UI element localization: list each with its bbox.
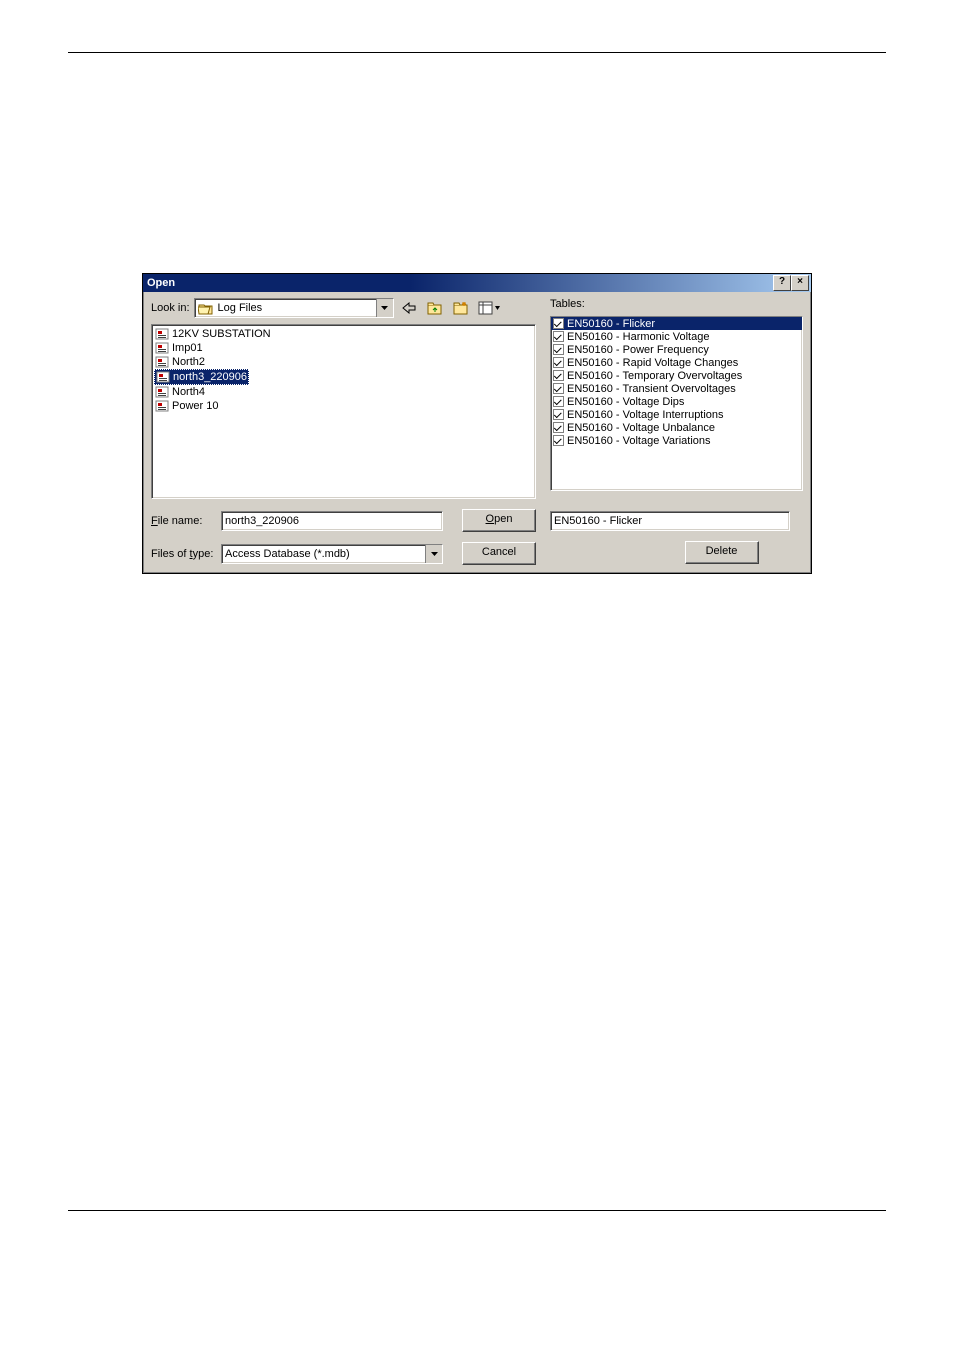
table-name: EN50160 - Voltage Unbalance bbox=[567, 422, 715, 434]
table-name: EN50160 - Temporary Overvoltages bbox=[567, 370, 742, 382]
table-row[interactable]: EN50160 - Harmonic Voltage bbox=[551, 330, 802, 343]
up-folder-icon[interactable] bbox=[424, 298, 446, 318]
database-icon bbox=[155, 342, 169, 354]
table-row[interactable]: EN50160 - Temporary Overvoltages bbox=[551, 369, 802, 382]
cancel-button[interactable]: Cancel bbox=[462, 542, 536, 565]
checkbox-icon[interactable] bbox=[553, 344, 564, 355]
checkbox-icon[interactable] bbox=[553, 435, 564, 446]
filetype-combo[interactable]: Access Database (*.mdb) bbox=[221, 544, 443, 564]
titlebar: Open ? × bbox=[143, 274, 811, 292]
open-dialog: Open ? × Look in: Log Files bbox=[142, 273, 812, 574]
folder-open-icon bbox=[198, 302, 214, 315]
tables-label: Tables: bbox=[550, 298, 803, 310]
checkbox-icon[interactable] bbox=[553, 422, 564, 433]
table-row[interactable]: EN50160 - Flicker bbox=[551, 317, 802, 330]
checkbox-icon[interactable] bbox=[553, 409, 564, 420]
file-name: North4 bbox=[172, 386, 205, 398]
table-row[interactable]: EN50160 - Transient Overvoltages bbox=[551, 382, 802, 395]
database-icon bbox=[155, 386, 169, 398]
dialog-title: Open bbox=[145, 277, 175, 289]
tables-list[interactable]: EN50160 - FlickerEN50160 - Harmonic Volt… bbox=[550, 316, 803, 491]
close-button[interactable]: × bbox=[791, 275, 809, 291]
table-row[interactable]: EN50160 - Voltage Dips bbox=[551, 395, 802, 408]
lookin-label: Look in: bbox=[151, 302, 190, 314]
filename-label: File name: bbox=[151, 515, 215, 527]
checkbox-icon[interactable] bbox=[553, 370, 564, 381]
checkbox-icon[interactable] bbox=[553, 383, 564, 394]
top-divider bbox=[68, 52, 886, 53]
file-list[interactable]: 12KV SUBSTATION Imp01 North2 north3_220906 N… bbox=[151, 324, 536, 499]
back-icon[interactable] bbox=[398, 298, 420, 318]
table-name: EN50160 - Voltage Variations bbox=[567, 435, 711, 447]
selected-table-field[interactable]: EN50160 - Flicker bbox=[550, 511, 790, 531]
help-button[interactable]: ? bbox=[773, 275, 791, 291]
view-menu-icon[interactable] bbox=[476, 298, 504, 318]
checkbox-icon[interactable] bbox=[553, 331, 564, 342]
bottom-divider bbox=[68, 1210, 886, 1211]
file-item[interactable]: North4 bbox=[154, 385, 206, 399]
file-browser-panel: Look in: Log Files bbox=[143, 292, 544, 573]
file-item[interactable]: Imp01 bbox=[154, 341, 204, 355]
filename-input[interactable]: north3_220906 bbox=[221, 511, 443, 531]
checkbox-icon[interactable] bbox=[553, 318, 564, 329]
file-name: 12KV SUBSTATION bbox=[172, 328, 271, 340]
file-item[interactable]: north3_220906 bbox=[154, 369, 249, 385]
new-folder-icon[interactable] bbox=[450, 298, 472, 318]
table-name: EN50160 - Voltage Interruptions bbox=[567, 409, 724, 421]
file-name: North2 bbox=[172, 356, 205, 368]
table-name: EN50160 - Harmonic Voltage bbox=[567, 331, 709, 343]
table-name: EN50160 - Voltage Dips bbox=[567, 396, 684, 408]
table-row[interactable]: EN50160 - Voltage Unbalance bbox=[551, 421, 802, 434]
file-item[interactable]: Power 10 bbox=[154, 399, 219, 413]
database-icon bbox=[155, 356, 169, 368]
file-name: Imp01 bbox=[172, 342, 203, 354]
database-icon bbox=[156, 371, 170, 383]
checkbox-icon[interactable] bbox=[553, 396, 564, 407]
open-button[interactable]: Open bbox=[462, 509, 536, 532]
file-item[interactable]: 12KV SUBSTATION bbox=[154, 327, 272, 341]
filetype-dropdown-icon[interactable] bbox=[425, 545, 442, 563]
window-buttons: ? × bbox=[773, 275, 809, 291]
lookin-value: Log Files bbox=[218, 302, 376, 314]
file-name: Power 10 bbox=[172, 400, 218, 412]
table-row[interactable]: EN50160 - Voltage Variations bbox=[551, 434, 802, 447]
filetype-label: Files of type: bbox=[151, 548, 215, 560]
file-name: north3_220906 bbox=[173, 371, 247, 383]
lookin-dropdown-icon[interactable] bbox=[376, 299, 393, 317]
table-name: EN50160 - Power Frequency bbox=[567, 344, 709, 356]
table-name: EN50160 - Flicker bbox=[567, 318, 655, 330]
tables-panel: Tables: EN50160 - FlickerEN50160 - Harmo… bbox=[544, 292, 811, 573]
table-row[interactable]: EN50160 - Rapid Voltage Changes bbox=[551, 356, 802, 369]
delete-button[interactable]: Delete bbox=[685, 541, 759, 564]
table-row[interactable]: EN50160 - Voltage Interruptions bbox=[551, 408, 802, 421]
filetype-value: Access Database (*.mdb) bbox=[222, 548, 425, 560]
table-name: EN50160 - Transient Overvoltages bbox=[567, 383, 736, 395]
checkbox-icon[interactable] bbox=[553, 357, 564, 368]
database-icon bbox=[155, 328, 169, 340]
lookin-toolbar: Look in: Log Files bbox=[151, 298, 536, 318]
table-row[interactable]: EN50160 - Power Frequency bbox=[551, 343, 802, 356]
table-name: EN50160 - Rapid Voltage Changes bbox=[567, 357, 738, 369]
lookin-combo[interactable]: Log Files bbox=[194, 298, 394, 318]
file-item[interactable]: North2 bbox=[154, 355, 206, 369]
database-icon bbox=[155, 400, 169, 412]
